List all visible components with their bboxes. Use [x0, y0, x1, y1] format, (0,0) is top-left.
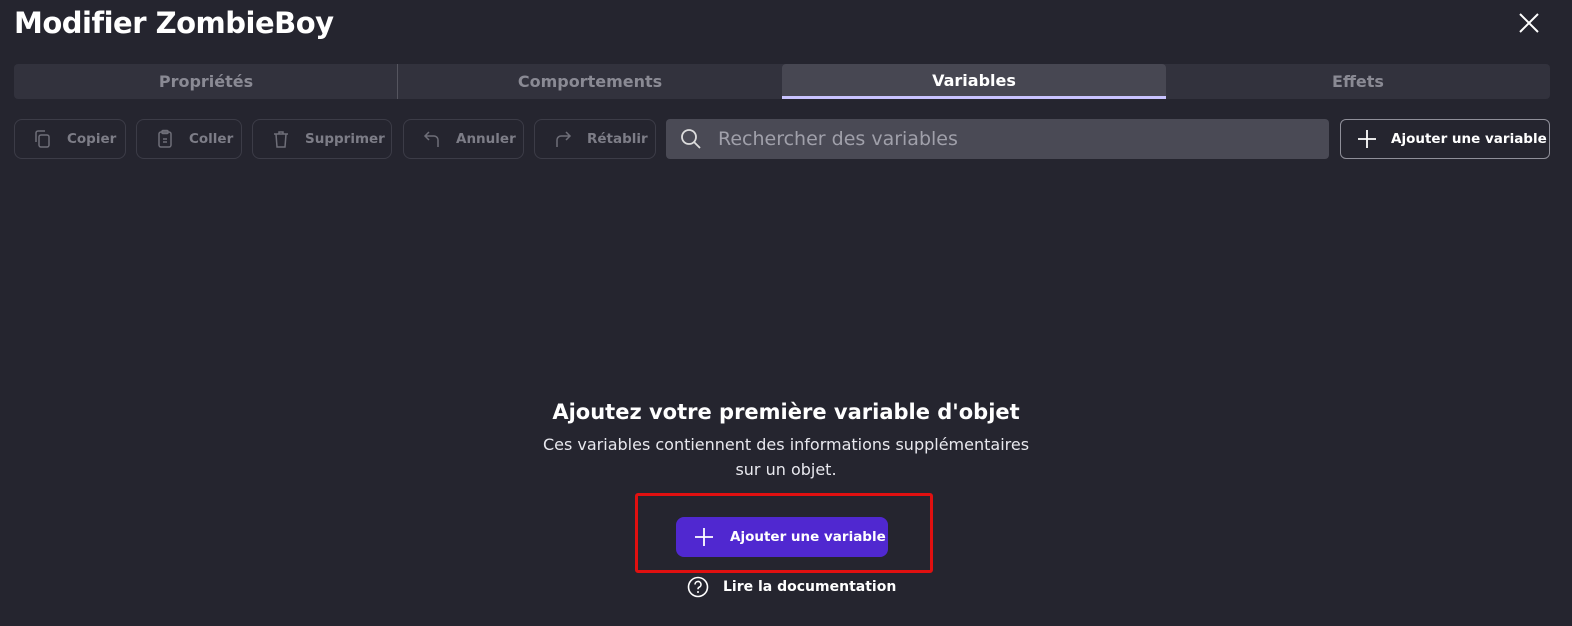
add-variable-toolbar-button[interactable]: Ajouter une variable — [1340, 119, 1550, 159]
tab-properties[interactable]: Propriétés — [14, 64, 398, 99]
empty-state-description: Ces variables contiennent des informatio… — [542, 435, 1030, 479]
paste-button[interactable]: Coller — [136, 119, 242, 159]
tab-effects[interactable]: Effets — [1166, 64, 1550, 99]
tab-behaviors[interactable]: Comportements — [398, 64, 782, 99]
redo-icon — [556, 131, 572, 147]
undo-button[interactable]: Annuler — [403, 119, 524, 159]
add-variable-label: Ajouter une variable — [1391, 131, 1547, 147]
copy-icon — [35, 130, 50, 148]
close-icon[interactable] — [1516, 10, 1542, 36]
search-input[interactable] — [718, 128, 1298, 150]
dialog-title: Modifier ZombieBoy — [14, 6, 334, 40]
tab-variables[interactable]: Variables — [782, 64, 1166, 99]
plus-icon — [695, 528, 713, 546]
redo-button[interactable]: Rétablir — [534, 119, 656, 159]
delete-button[interactable]: Supprimer — [252, 119, 392, 159]
toolbar: Copier Coller Supprimer Annuler Rétablir… — [14, 119, 1550, 159]
paste-label: Coller — [189, 131, 234, 147]
documentation-link[interactable]: Lire la documentation — [687, 576, 896, 598]
copy-button[interactable]: Copier — [14, 119, 126, 159]
help-icon — [687, 576, 709, 598]
empty-state: Ajoutez votre première variable d'objet … — [0, 400, 1572, 482]
search-icon — [681, 129, 701, 149]
add-variable-button[interactable]: Ajouter une variable — [676, 517, 888, 557]
trash-icon — [274, 131, 288, 148]
copy-label: Copier — [67, 131, 117, 147]
search-field[interactable] — [666, 119, 1329, 159]
documentation-label: Lire la documentation — [723, 579, 897, 595]
add-variable-label: Ajouter une variable — [730, 529, 886, 545]
undo-label: Annuler — [456, 131, 516, 147]
empty-state-title: Ajoutez votre première variable d'objet — [552, 400, 1020, 424]
delete-label: Supprimer — [305, 131, 385, 147]
clipboard-icon — [158, 129, 172, 148]
plus-icon — [1358, 130, 1376, 148]
tab-bar: Propriétés Comportements Variables Effet… — [14, 64, 1550, 99]
redo-label: Rétablir — [587, 131, 648, 147]
undo-icon — [423, 131, 439, 147]
